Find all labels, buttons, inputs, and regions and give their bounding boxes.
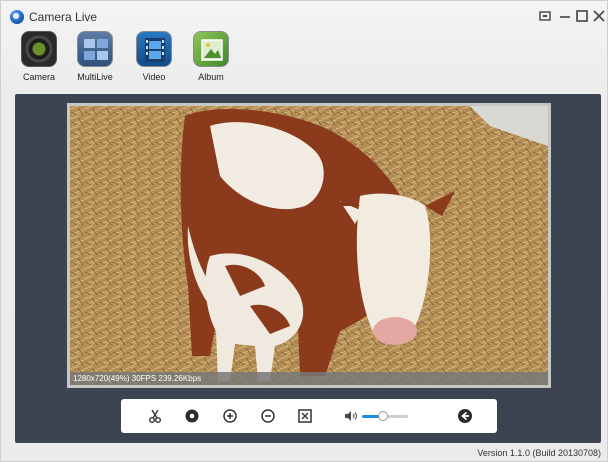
close-icon[interactable] <box>591 8 607 24</box>
toolbar-video-button[interactable]: Video <box>126 31 182 87</box>
camera-lens-icon <box>21 31 57 67</box>
album-icon <box>193 31 229 67</box>
maximize-icon[interactable] <box>574 8 590 24</box>
video-frame: 1280x720(49%) 30FPS 239.26Kbps <box>67 103 551 388</box>
toolbar-multilive-button[interactable]: MultiLive <box>67 31 123 87</box>
toolbar-multilive-label: MultiLive <box>77 72 113 82</box>
toolbar-camera-label: Camera <box>22 72 55 82</box>
toolbar-video-label: Video <box>142 72 166 82</box>
app-window: Camera Live Camera MultiLive Video Album… <box>0 0 608 462</box>
version-label: Version 1.1.0 (Build 20130708) <box>477 448 601 458</box>
back-icon[interactable] <box>457 408 473 424</box>
film-strip-icon <box>136 31 172 67</box>
volume-knob[interactable] <box>377 411 388 421</box>
zoom-in-icon[interactable] <box>222 408 238 424</box>
live-view-panel: 1280x720(49%) 30FPS 239.26Kbps <box>15 94 601 443</box>
record-icon[interactable] <box>184 408 200 424</box>
fit-screen-icon[interactable] <box>297 408 313 424</box>
stream-status: 1280x720(49%) 30FPS 239.26Kbps <box>70 372 548 385</box>
minimize-icon[interactable] <box>557 8 573 24</box>
toolbar-album-label: Album <box>198 72 224 82</box>
toolbar-album-button[interactable]: Album <box>183 31 239 87</box>
scissors-icon[interactable] <box>147 408 163 424</box>
app-logo-icon <box>10 10 24 24</box>
live-video[interactable]: 1280x720(49%) 30FPS 239.26Kbps <box>70 106 548 385</box>
toolbar-camera-button[interactable]: Camera <box>11 31 67 87</box>
title-bar[interactable]: Camera Live <box>1 1 607 29</box>
volume-control <box>343 408 413 424</box>
speaker-icon[interactable] <box>343 408 359 429</box>
zoom-out-icon[interactable] <box>260 408 276 424</box>
video-image <box>70 106 548 385</box>
app-title: Camera Live <box>29 10 98 24</box>
multilive-grid-icon <box>77 31 113 67</box>
restore-window-icon[interactable] <box>537 8 553 24</box>
playback-controls <box>121 399 497 433</box>
volume-slider[interactable] <box>362 411 408 421</box>
